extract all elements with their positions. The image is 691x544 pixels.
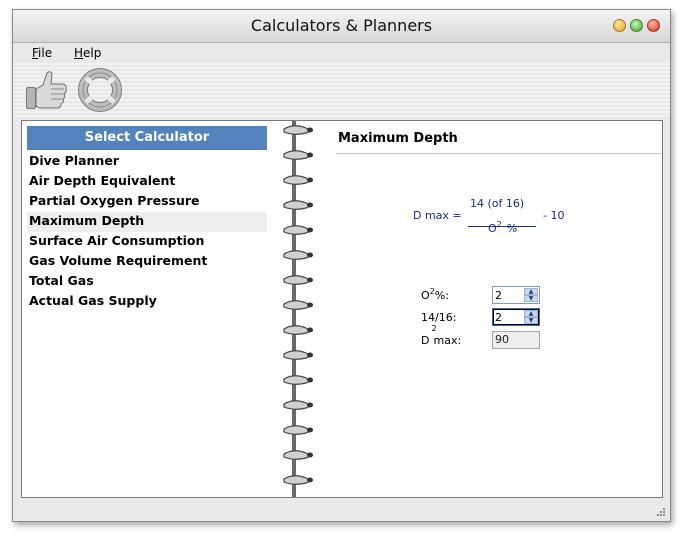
calc-item-maximum-depth[interactable]: Maximum Depth <box>27 212 267 232</box>
calc-item-total-gas[interactable]: Total Gas <box>27 272 267 292</box>
formula-lhs: D max = <box>413 209 462 222</box>
resize-grip-icon[interactable] <box>656 507 666 517</box>
binding-hole <box>307 427 313 433</box>
o2-label-sup: 2 <box>429 287 435 296</box>
dmax-label-rest: max: <box>433 334 462 347</box>
binding-hole <box>307 402 313 408</box>
binding-ring <box>283 475 310 485</box>
calc-item-actual-gas-supply[interactable]: Actual Gas Supply <box>27 292 267 312</box>
binding-hole <box>307 452 313 458</box>
calc-item-partial-oxygen-pressure[interactable]: Partial Oxygen Pressure <box>27 192 267 212</box>
app-window: Calculators & Planners File Help Select … <box>12 9 671 522</box>
binding-hole <box>307 127 313 133</box>
binding-ring <box>283 275 310 285</box>
o2-percent-stepper[interactable]: ▲ ▼ <box>492 286 540 304</box>
binding-hole <box>307 377 313 383</box>
depth-ratio-increment-button[interactable]: ▲ <box>524 310 538 317</box>
binding-hole <box>307 477 313 483</box>
binding-ring <box>283 150 310 160</box>
title-divider <box>336 153 662 154</box>
menu-help[interactable]: Help <box>74 46 101 60</box>
o2-increment-button[interactable]: ▲ <box>524 288 538 295</box>
formula-denominator: O2% <box>488 220 518 235</box>
binding-ring <box>283 325 310 335</box>
calculator-list: Dive Planner Air Depth Equivalent Partia… <box>27 152 267 312</box>
depth-ratio-input[interactable] <box>495 310 523 324</box>
calc-item-surface-air-consumption[interactable]: Surface Air Consumption <box>27 232 267 252</box>
depth-ratio-decrement-button[interactable]: ▼ <box>524 317 538 324</box>
o2-label: O2%: <box>421 287 449 302</box>
binding-ring <box>283 200 310 210</box>
formula-denominator-unit: % <box>506 222 518 235</box>
menu-help-accel: H <box>74 46 84 60</box>
binding-hole <box>307 352 313 358</box>
binding-ring <box>283 350 310 360</box>
formula-numerator: 14 (of 16) <box>470 197 525 210</box>
binding-ring <box>283 250 310 260</box>
title-bar[interactable]: Calculators & Planners <box>13 10 670 43</box>
formula-denominator-base: O <box>488 222 497 235</box>
binding-ring <box>283 400 310 410</box>
binding-ring <box>283 125 310 135</box>
depth-ratio-label: 14/16: <box>421 311 457 324</box>
menu-file[interactable]: File <box>32 46 52 60</box>
o2-label-base: O <box>421 289 430 302</box>
o2-label-rest: %: <box>434 289 449 302</box>
lifebuoy-icon[interactable] <box>77 67 123 113</box>
spiral-binding <box>283 121 313 497</box>
menu-file-label: ile <box>38 46 53 60</box>
binding-hole <box>307 227 313 233</box>
dmax-label: D 2 max: <box>421 324 462 347</box>
binding-ring <box>283 225 310 235</box>
sidebar-header: Select Calculator <box>27 126 267 150</box>
minimize-button[interactable] <box>613 19 626 32</box>
binding-hole <box>307 277 313 283</box>
binding-hole <box>307 152 313 158</box>
formula-suffix: - 10 <box>543 209 565 222</box>
dmax-result-field: 90 <box>492 331 540 349</box>
binding-hole <box>307 327 313 333</box>
formula-denominator-sup: 2 <box>496 220 502 229</box>
calc-item-gas-volume-requirement[interactable]: Gas Volume Requirement <box>27 252 267 272</box>
binding-ring <box>283 300 310 310</box>
o2-decrement-button[interactable]: ▼ <box>524 295 538 302</box>
toolbar <box>13 63 670 119</box>
dmax-label-sup: 2 <box>431 324 437 333</box>
status-bar <box>13 500 670 521</box>
binding-ring <box>283 175 310 185</box>
o2-percent-input[interactable] <box>495 288 523 302</box>
notebook-panel: Select Calculator Dive Planner Air Depth… <box>21 120 663 498</box>
menu-bar: File Help <box>13 43 670 63</box>
binding-hole <box>307 252 313 258</box>
dmax-label-base: D <box>421 334 430 347</box>
maximize-button[interactable] <box>630 19 643 32</box>
menu-help-label: elp <box>83 46 102 60</box>
binding-hole <box>307 302 313 308</box>
depth-ratio-stepper[interactable]: ▲ ▼ <box>492 308 540 326</box>
thumbs-up-icon[interactable] <box>23 67 69 113</box>
binding-ring <box>283 375 310 385</box>
calculator-title: Maximum Depth <box>338 131 458 146</box>
binding-ring <box>283 425 310 435</box>
calc-item-air-depth-equivalent[interactable]: Air Depth Equivalent <box>27 172 267 192</box>
calc-item-dive-planner[interactable]: Dive Planner <box>27 152 267 172</box>
binding-hole <box>307 177 313 183</box>
close-button[interactable] <box>647 19 660 32</box>
window-title: Calculators & Planners <box>250 16 433 35</box>
binding-hole <box>307 202 313 208</box>
binding-ring <box>283 450 310 460</box>
